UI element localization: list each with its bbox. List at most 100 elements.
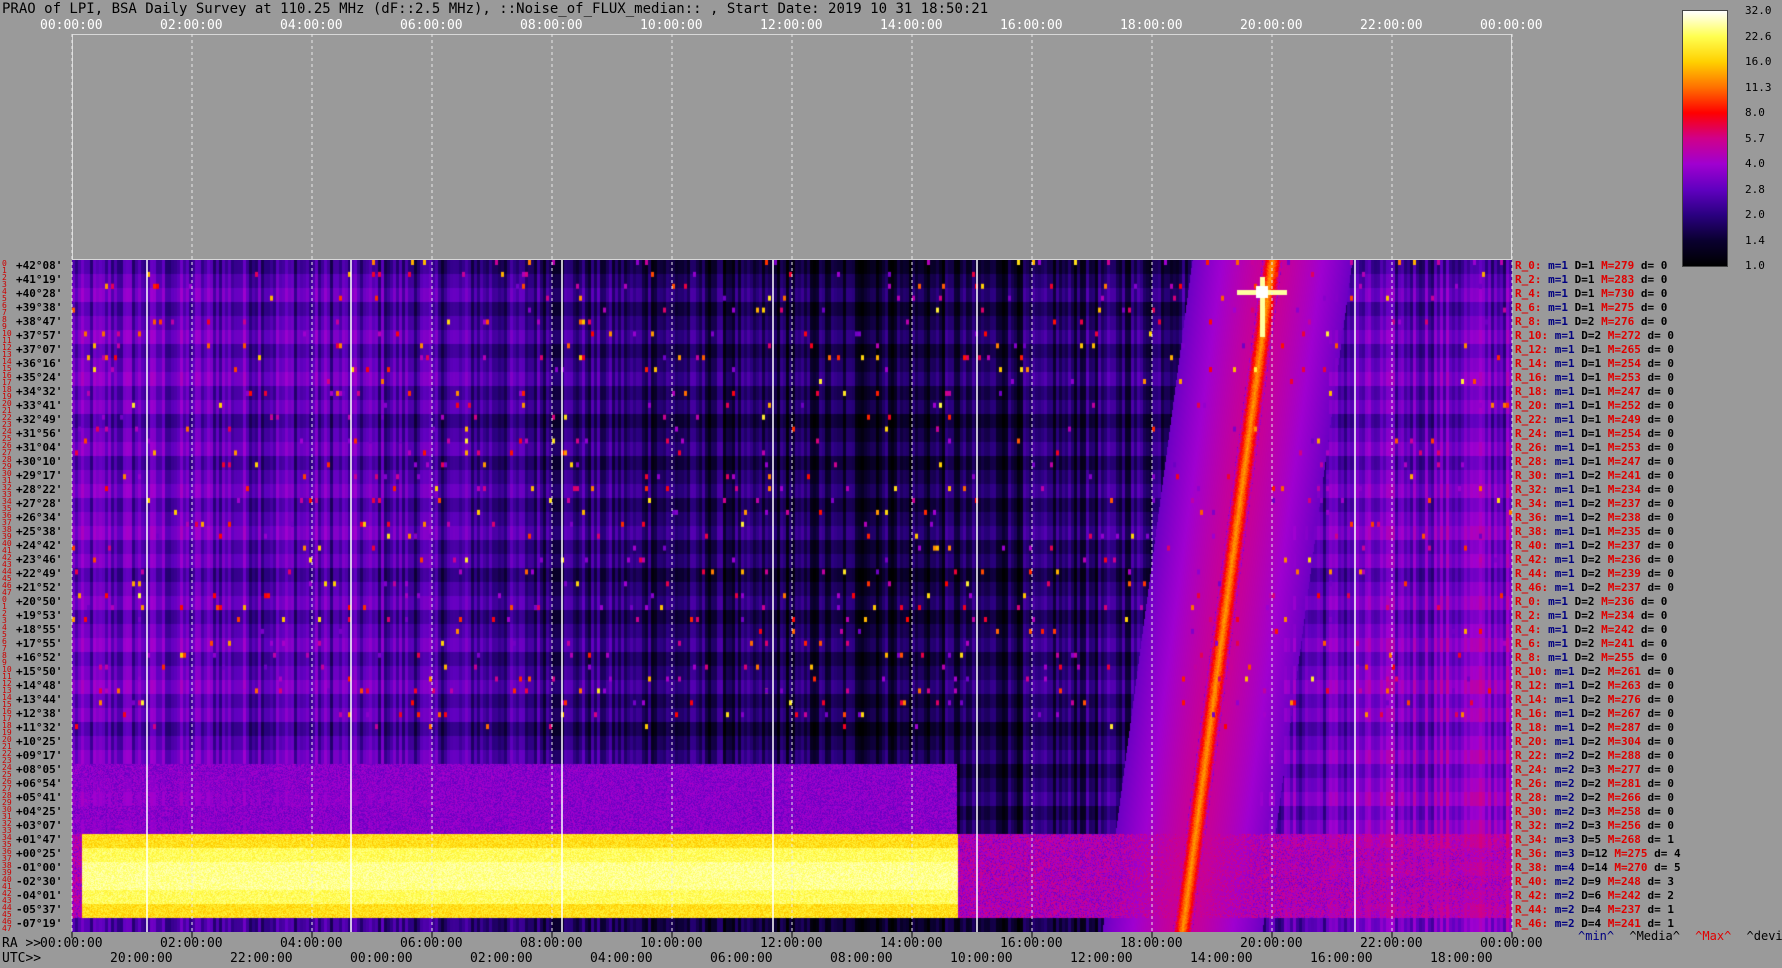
declination-label: +10°25' (16, 735, 63, 748)
row-stat-part: d= 0 (1640, 385, 1674, 398)
row-stat-part: R_22: (1515, 413, 1549, 426)
row-stat-part: D=2 (1574, 469, 1602, 482)
row-stat-part: d= 0 (1640, 455, 1674, 468)
colorbar-tick: 2.0 (1745, 208, 1765, 221)
row-stat-part: d= 1 (1640, 833, 1674, 846)
row-stat: R_44: m=1 D=2 M=239 d= 0 (1515, 567, 1674, 580)
row-stat-part: m=1 (1548, 539, 1575, 552)
row-stat-part: M=234 (1594, 609, 1635, 622)
row-stat-part: M=270 (1607, 861, 1648, 874)
row-stat: R_42: m=2 D=6 M=242 d= 2 (1515, 889, 1674, 902)
utc-tick-label: 20:00:00 (110, 951, 173, 966)
row-stat: R_2: m=1 D=2 M=234 d= 0 (1515, 609, 1667, 622)
row-stat-part: m=1 (1541, 623, 1568, 636)
row-stat-part: m=3 (1548, 847, 1575, 860)
row-stat-part: M=241 (1594, 637, 1635, 650)
row-stat-part: D=1 (1568, 259, 1595, 272)
row-stat-part: R_28: (1515, 791, 1549, 804)
row-stat-part: m=1 (1541, 609, 1568, 622)
row-stat-part: m=2 (1548, 749, 1575, 762)
row-stat-part: R_12: (1515, 343, 1549, 356)
row-stat-part: m=1 (1541, 301, 1568, 314)
row-stat-part: d= 0 (1640, 427, 1674, 440)
row-stat-part: D=1 (1574, 357, 1602, 370)
row-stat-part: M=277 (1601, 763, 1641, 776)
row-stat-part: R_40: (1515, 875, 1549, 888)
declination-label: +04°25' (16, 805, 63, 818)
utc-tick-label: 06:00:00 (710, 951, 773, 966)
row-stat: R_20: m=1 D=1 M=252 d= 0 (1515, 399, 1674, 412)
row-stat-part: R_0: (1515, 259, 1542, 272)
declination-label: -02°30' (16, 875, 63, 888)
declination-label: +03°07' (16, 819, 63, 832)
row-stat-part: m=1 (1548, 511, 1575, 524)
row-stat-part: d= 0 (1640, 805, 1674, 818)
stats-legend: ^min^ ^Media^ ^Max^ ^devia^ (1578, 929, 1782, 943)
row-stat: R_10: m=1 D=2 M=272 d= 0 (1515, 329, 1674, 342)
row-stat-part: d= 0 (1640, 693, 1674, 706)
utc-tick-label: 08:00:00 (830, 951, 893, 966)
declination-label: +24°42' (16, 539, 63, 552)
legend-devia: ^devia^ (1746, 929, 1782, 943)
row-stat-part: m=1 (1541, 315, 1568, 328)
row-stat-part: M=276 (1601, 693, 1641, 706)
row-stat-part: M=237 (1601, 497, 1641, 510)
row-stat-part: m=1 (1548, 553, 1575, 566)
row-stat-part: m=1 (1541, 637, 1568, 650)
row-stat-part: m=1 (1541, 273, 1568, 286)
colorbar-tick: 8.0 (1745, 106, 1765, 119)
row-stat-part: M=253 (1601, 371, 1641, 384)
utc-tick-label: 12:00:00 (1070, 951, 1133, 966)
ra-tick-label: 12:00:00 (760, 936, 823, 951)
row-stat-part: d= 0 (1640, 567, 1674, 580)
row-stat-part: D=4 (1574, 903, 1602, 916)
row-stat-part: R_42: (1515, 553, 1549, 566)
declination-label: +14°48' (16, 679, 63, 692)
row-stat: R_12: m=1 D=1 M=265 d= 0 (1515, 343, 1674, 356)
row-stat-part: M=281 (1601, 777, 1641, 790)
declination-label: +05°41' (16, 791, 63, 804)
row-stat: R_2: m=1 D=1 M=283 d= 0 (1515, 273, 1667, 286)
declination-label: +25°38' (16, 525, 63, 538)
row-stat: R_40: m=2 D=9 M=248 d= 3 (1515, 875, 1674, 888)
declination-label: +11°32' (16, 721, 63, 734)
row-stat-part: d= 4 (1647, 847, 1681, 860)
row-stat-part: D=2 (1574, 693, 1602, 706)
row-stat-part: d= 0 (1634, 595, 1668, 608)
row-stat-part: D=1 (1574, 385, 1602, 398)
row-stat: R_18: m=1 D=2 M=287 d= 0 (1515, 721, 1674, 734)
row-stat: R_22: m=1 D=1 M=249 d= 0 (1515, 413, 1674, 426)
row-stat-part: D=2 (1574, 497, 1602, 510)
row-stat-part: R_26: (1515, 777, 1549, 790)
row-stat-part: D=3 (1574, 819, 1602, 832)
row-stat-part: d= 0 (1640, 581, 1674, 594)
row-stat-part: D=2 (1574, 721, 1602, 734)
row-stat-part: R_24: (1515, 427, 1549, 440)
declination-label: +22°49' (16, 567, 63, 580)
row-stat: R_26: m=2 D=2 M=281 d= 0 (1515, 777, 1674, 790)
utc-axis-label: UTC>> (2, 951, 42, 966)
row-stat-part: D=1 (1568, 273, 1595, 286)
declination-label: +40°28' (16, 287, 63, 300)
row-stat-part: M=235 (1601, 525, 1641, 538)
row-stat: R_4: m=1 D=2 M=242 d= 0 (1515, 623, 1667, 636)
row-stat-part: M=304 (1601, 735, 1641, 748)
row-stat: R_36: m=1 D=2 M=238 d= 0 (1515, 511, 1674, 524)
row-stat-part: m=1 (1548, 455, 1575, 468)
row-stat: R_38: m=4 D=14 M=270 d= 5 (1515, 861, 1681, 874)
row-stat-part: d= 0 (1634, 259, 1668, 272)
row-number: 47 (2, 924, 12, 933)
row-stat-part: d= 5 (1647, 861, 1681, 874)
row-stat-part: m=1 (1548, 399, 1575, 412)
utc-tick-label: 14:00:00 (1190, 951, 1253, 966)
row-stat-part: R_36: (1515, 847, 1549, 860)
row-stat: R_28: m=1 D=1 M=247 d= 0 (1515, 455, 1674, 468)
row-stat-part: m=2 (1548, 875, 1575, 888)
declination-label: +33°41' (16, 399, 63, 412)
row-stat-part: m=2 (1548, 791, 1575, 804)
row-stat-part: D=1 (1574, 427, 1602, 440)
declination-label: +31°56' (16, 427, 63, 440)
declination-label: +30°10' (16, 455, 63, 468)
row-stat-part: d= 0 (1634, 637, 1668, 650)
row-stat-part: m=2 (1548, 805, 1575, 818)
